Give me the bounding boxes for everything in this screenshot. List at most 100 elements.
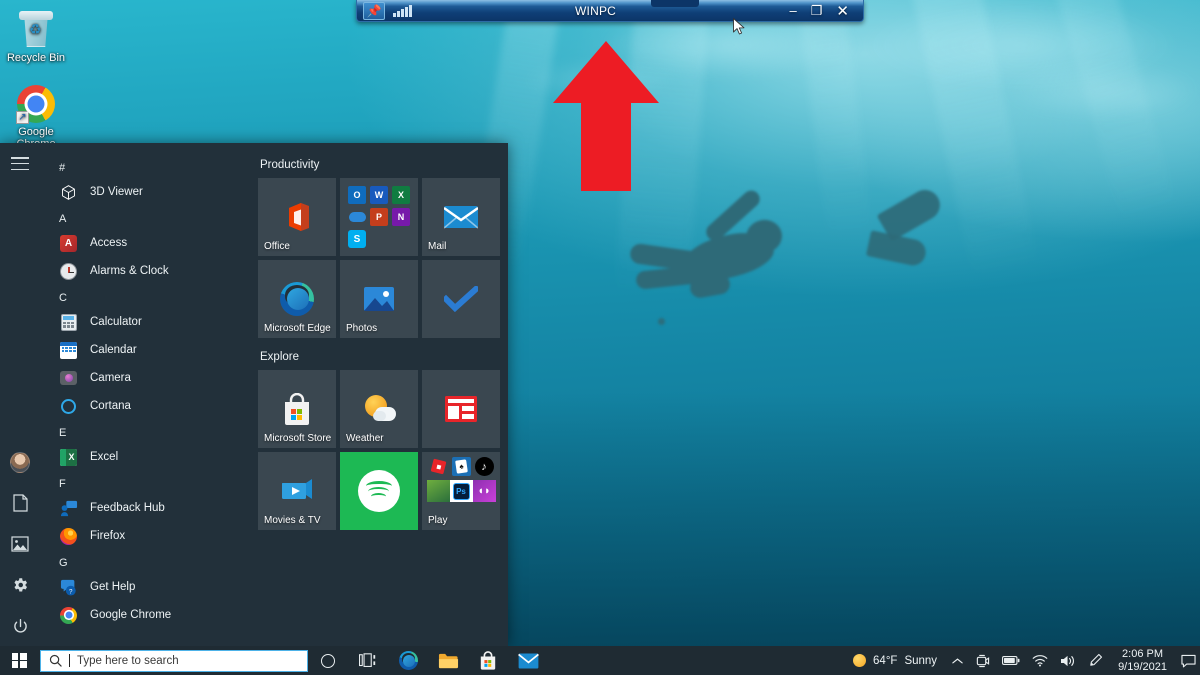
start-menu-rail <box>0 143 40 646</box>
meet-now-icon <box>976 654 990 667</box>
todo-icon <box>444 286 478 312</box>
edge-icon <box>280 282 314 316</box>
tile-label: Mail <box>428 241 447 252</box>
taskbar-button-cortana[interactable] <box>308 646 348 675</box>
restore-button[interactable]: ❐ <box>811 3 823 19</box>
tile-mail[interactable]: Mail <box>422 178 500 256</box>
pen-menu-button[interactable] <box>1082 646 1109 675</box>
minimize-button[interactable]: – <box>790 3 797 18</box>
taskbar-button-microsoft-store[interactable] <box>468 646 508 675</box>
taskbar-weather[interactable]: 64°F Sunny <box>849 654 946 667</box>
volume-button[interactable] <box>1054 646 1082 675</box>
start-menu[interactable]: # 3D Viewer A A Access Alarms & Clock C <box>0 143 508 646</box>
signal-bars-icon[interactable] <box>393 4 412 17</box>
taskbar-button-file-explorer[interactable] <box>428 646 468 675</box>
user-avatar[interactable] <box>10 451 30 473</box>
rdp-window-title: WINPC <box>575 3 617 18</box>
battery-button[interactable] <box>996 646 1026 675</box>
start-menu-tiles: Productivity Office O W X P N S Mail Mic… <box>252 143 508 646</box>
pushpin-icon[interactable]: 📌 <box>363 1 385 20</box>
sun-icon <box>853 654 867 667</box>
tile-microsoft-store[interactable]: Microsoft Store <box>258 370 336 448</box>
app-3d-viewer[interactable]: 3D Viewer <box>40 178 252 206</box>
tile-spotify[interactable] <box>340 452 418 530</box>
close-button[interactable]: ✕ <box>836 2 849 20</box>
taskbar-button-mail[interactable] <box>508 646 548 675</box>
app-get-help[interactable]: ? Get Help <box>40 573 252 601</box>
tile-photos[interactable]: Photos <box>340 260 418 338</box>
app-label: Alarms & Clock <box>90 265 169 277</box>
tile-group-explore: Microsoft Store Weather Movies & TV ♠ ♪ … <box>258 370 500 530</box>
tile-group-title[interactable]: Productivity <box>260 159 492 171</box>
system-tray: 64°F Sunny 2:06 PM 9/19/2021 <box>849 646 1200 675</box>
app-label: Get Help <box>90 581 136 593</box>
tile-todo[interactable] <box>422 260 500 338</box>
pen-icon <box>1090 653 1103 666</box>
alpha-header[interactable]: C <box>40 285 252 308</box>
camera-icon <box>59 369 78 388</box>
alpha-header[interactable]: E <box>40 420 252 443</box>
tile-news[interactable] <box>422 370 500 448</box>
microsoft-store-icon <box>285 393 309 425</box>
google-chrome-icon: ↗ <box>0 82 72 126</box>
app-access[interactable]: A Access <box>40 229 252 257</box>
app-label: Feedback Hub <box>90 502 165 514</box>
office-suite-folder-icon: O W X P N S <box>348 186 410 248</box>
tile-label: Microsoft Edge <box>264 323 331 334</box>
meet-now-button[interactable] <box>969 646 996 675</box>
app-label: Camera <box>90 372 131 384</box>
tile-group-title[interactable]: Explore <box>260 351 492 363</box>
desktop-icon-recycle-bin[interactable]: ♻ Recycle Bin <box>0 8 72 64</box>
start-menu-app-list[interactable]: # 3D Viewer A A Access Alarms & Clock C <box>40 143 252 646</box>
app-alarms-clock[interactable]: Alarms & Clock <box>40 257 252 285</box>
tile-office-suite-folder[interactable]: O W X P N S <box>340 178 418 256</box>
access-icon: A <box>59 234 78 253</box>
clock[interactable]: 2:06 PM 9/19/2021 <box>1109 648 1176 674</box>
mail-icon <box>517 652 539 669</box>
app-excel[interactable]: X Excel <box>40 443 252 471</box>
task-view-icon <box>359 653 376 667</box>
tile-movies-tv[interactable]: Movies & TV <box>258 452 336 530</box>
hamburger-menu-icon[interactable] <box>11 157 29 170</box>
alpha-header[interactable]: F <box>40 471 252 494</box>
app-google-chrome[interactable]: Google Chrome <box>40 601 252 629</box>
tile-label: Photos <box>346 323 378 334</box>
mouse-cursor <box>733 18 745 41</box>
alpha-header[interactable]: # <box>40 155 252 178</box>
power-button[interactable] <box>10 616 30 636</box>
pictures-button[interactable] <box>10 534 30 554</box>
tile-weather[interactable]: Weather <box>340 370 418 448</box>
network-button[interactable] <box>1026 646 1054 675</box>
app-calendar[interactable]: Calendar <box>40 336 252 364</box>
calculator-icon <box>59 313 78 332</box>
rdp-bar-notch <box>651 0 699 7</box>
firefox-icon <box>59 527 78 546</box>
app-firefox[interactable]: Firefox <box>40 522 252 550</box>
app-cortana[interactable]: Cortana <box>40 392 252 420</box>
taskbar-button-task-view[interactable] <box>348 646 388 675</box>
movies-tv-icon <box>282 479 312 499</box>
rdp-connection-bar[interactable]: 📌 WINPC – ❐ ✕ <box>356 0 864 22</box>
desktop-icon-google-chrome[interactable]: ↗ Google Chrome <box>0 82 72 150</box>
cortana-circle-icon <box>321 653 335 668</box>
show-hidden-icons-button[interactable] <box>946 646 969 675</box>
search-placeholder: Type here to search <box>77 654 179 667</box>
alpha-header[interactable]: A <box>40 206 252 229</box>
play-folder-icon: ♠ ♪ Ps ◖◗ <box>426 457 496 502</box>
app-feedback-hub[interactable]: Feedback Hub <box>40 494 252 522</box>
documents-button[interactable] <box>10 493 30 513</box>
alpha-header[interactable]: G <box>40 550 252 573</box>
action-center-button[interactable] <box>1176 646 1200 675</box>
app-calculator[interactable]: Calculator <box>40 308 252 336</box>
taskbar-button-microsoft-edge[interactable] <box>388 646 428 675</box>
search-input[interactable]: Type here to search <box>40 649 308 672</box>
tile-microsoft-edge[interactable]: Microsoft Edge <box>258 260 336 338</box>
shortcut-arrow-icon: ↗ <box>16 111 29 124</box>
tile-label: Weather <box>346 433 384 444</box>
tile-office[interactable]: Office <box>258 178 336 256</box>
tile-play-folder[interactable]: ♠ ♪ Ps ◖◗ Play <box>422 452 500 530</box>
calendar-icon <box>59 341 78 360</box>
start-button[interactable] <box>0 646 38 675</box>
settings-gear-icon[interactable] <box>10 575 30 595</box>
app-camera[interactable]: Camera <box>40 364 252 392</box>
